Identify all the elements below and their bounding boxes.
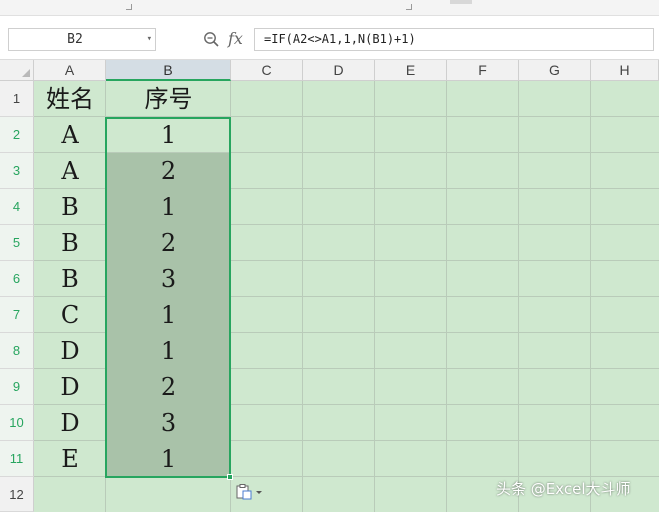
column-header-e[interactable]: E <box>375 60 447 81</box>
formula-input[interactable]: =IF(A2<>A1,1,N(B1)+1) <box>254 28 654 51</box>
column-header-c[interactable]: C <box>231 60 303 81</box>
select-all-corner[interactable] <box>0 60 34 81</box>
row-header-6[interactable]: 6 <box>0 261 34 297</box>
cell-a7[interactable]: C <box>34 297 106 333</box>
column-header-g[interactable]: G <box>519 60 591 81</box>
cell-a4[interactable]: B <box>34 189 106 225</box>
row-header-5[interactable]: 5 <box>0 225 34 261</box>
column-header-f[interactable]: F <box>447 60 519 81</box>
row-header-2[interactable]: 2 <box>0 117 34 153</box>
name-box-value: B2 <box>67 32 83 47</box>
row-header-1[interactable]: 1 <box>0 81 34 117</box>
row-header-4[interactable]: 4 <box>0 189 34 225</box>
ribbon-group-launcher-icon[interactable] <box>406 4 412 10</box>
row-header-7[interactable]: 7 <box>0 297 34 333</box>
selection-border <box>105 117 231 478</box>
row-header-11[interactable]: 11 <box>0 441 34 477</box>
chevron-down-icon[interactable]: ▾ <box>147 29 152 50</box>
cell-a10[interactable]: D <box>34 405 106 441</box>
cell-a11[interactable]: E <box>34 441 106 477</box>
column-header-a[interactable]: A <box>34 60 106 81</box>
cell-a5[interactable]: B <box>34 225 106 261</box>
ribbon-scroll-thumb[interactable] <box>450 0 472 4</box>
row-header-9[interactable]: 9 <box>0 369 34 405</box>
column-header-b[interactable]: B <box>106 60 231 81</box>
fill-handle[interactable] <box>227 474 233 480</box>
cell-a2[interactable]: A <box>34 117 106 153</box>
formula-bar: B2 ▾ fx =IF(A2<>A1,1,N(B1)+1) <box>0 16 659 60</box>
watermark: 头条 @Excel大斗师 <box>496 480 631 498</box>
row-header-3[interactable]: 3 <box>0 153 34 189</box>
ribbon-strip <box>0 0 659 16</box>
cell-a3[interactable]: A <box>34 153 106 189</box>
cell-a8[interactable]: D <box>34 333 106 369</box>
cell-b1[interactable]: 序号 <box>106 81 231 117</box>
cell-a1[interactable]: 姓名 <box>34 81 106 117</box>
paste-options-icon[interactable] <box>235 483 267 501</box>
column-header-d[interactable]: D <box>303 60 375 81</box>
zoom-icon[interactable] <box>203 31 219 47</box>
row-header-10[interactable]: 10 <box>0 405 34 441</box>
cell-a6[interactable]: B <box>34 261 106 297</box>
name-box[interactable]: B2 ▾ <box>8 28 156 51</box>
row-header-12[interactable]: 12 <box>0 477 34 512</box>
spreadsheet-grid[interactable]: A B C D E F G H 1 2 3 4 5 6 7 8 9 10 11 12 姓名 序号 A 1 A 2 B 1 B 2 B 3 C 1 D… <box>0 60 659 512</box>
column-header-h[interactable]: H <box>591 60 659 81</box>
fx-icon[interactable]: fx <box>228 28 243 50</box>
ribbon-group-launcher-icon[interactable] <box>126 4 132 10</box>
cell-a9[interactable]: D <box>34 369 106 405</box>
row-header-8[interactable]: 8 <box>0 333 34 369</box>
